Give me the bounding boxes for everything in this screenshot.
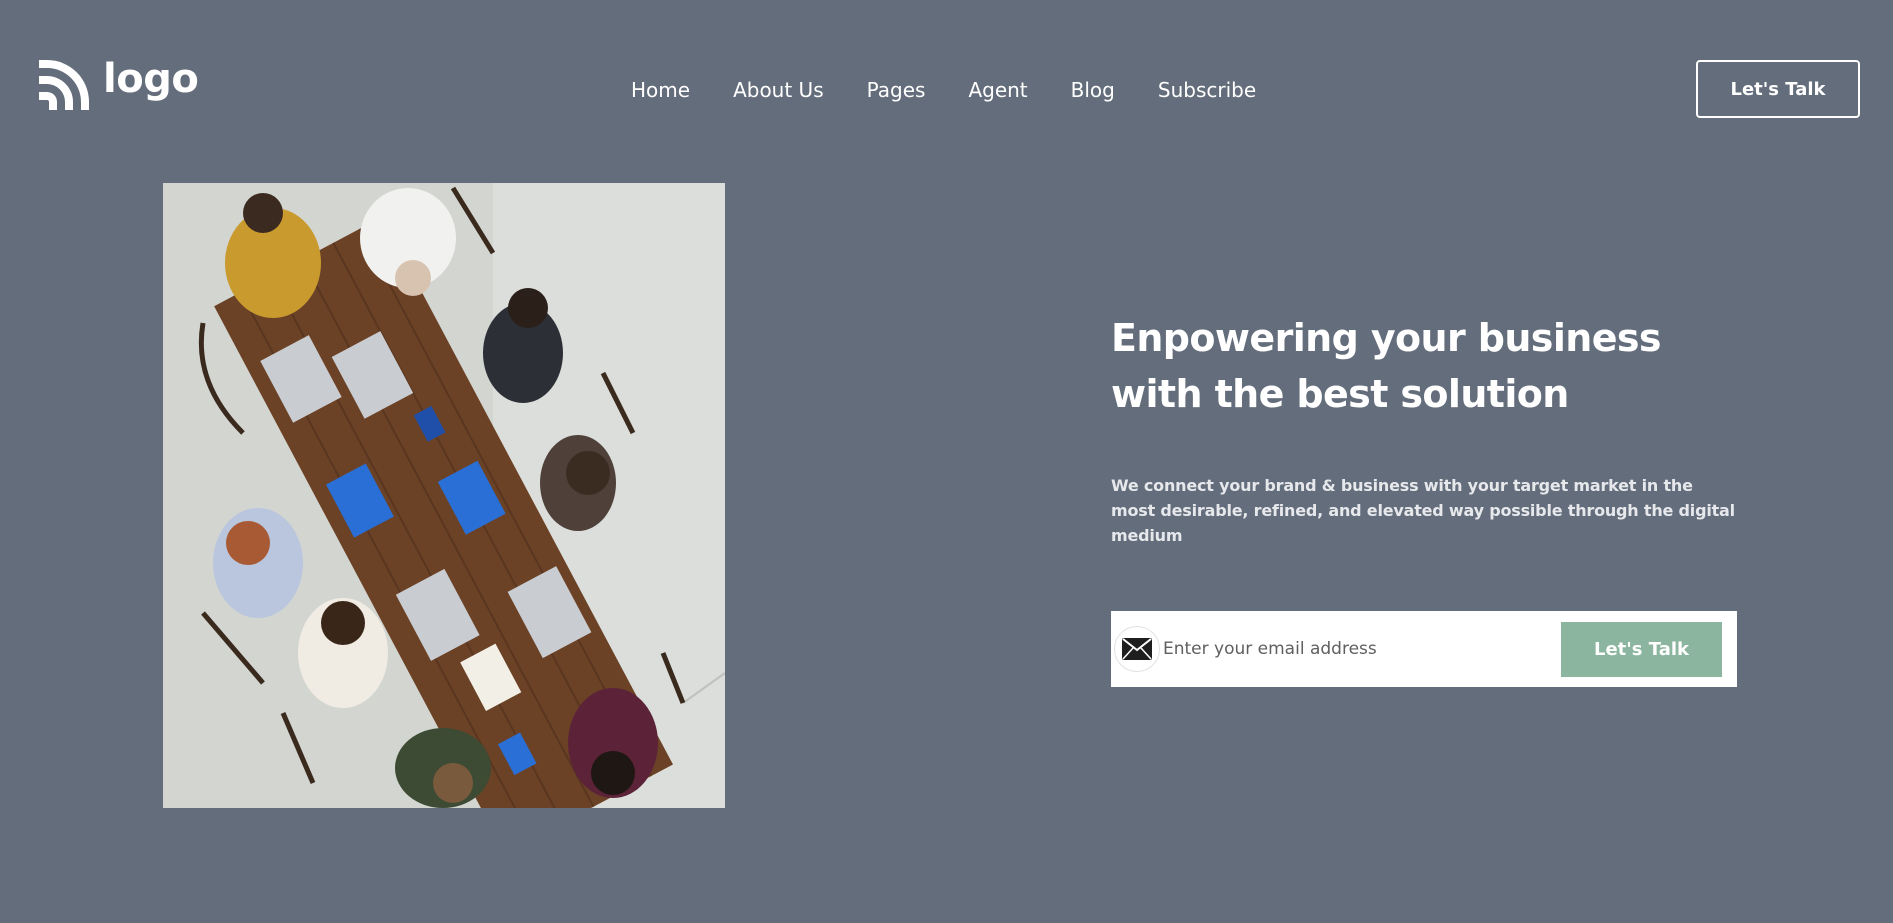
nav-subscribe[interactable]: Subscribe (1158, 76, 1256, 104)
envelope-icon (1114, 626, 1160, 672)
team-meeting-image (163, 183, 725, 808)
logo-text: logo (103, 56, 199, 102)
logo-icon (39, 60, 89, 110)
nav-home[interactable]: Home (631, 76, 690, 104)
nav-about-us[interactable]: About Us (733, 76, 824, 104)
nav-agent[interactable]: Agent (968, 76, 1027, 104)
header-lets-talk-button[interactable]: Let's Talk (1696, 60, 1860, 118)
nav-pages[interactable]: Pages (867, 76, 926, 104)
subscribe-lets-talk-button[interactable]: Let's Talk (1561, 621, 1722, 677)
main-nav: Home About Us Pages Agent Blog Subscribe (631, 76, 1256, 104)
nav-blog[interactable]: Blog (1071, 76, 1115, 104)
landing-page: logo Home About Us Pages Agent Blog Subs… (0, 0, 1893, 923)
email-subscribe-form: Let's Talk (1111, 611, 1737, 687)
hero-title: Enpowering your business with the best s… (1111, 316, 1662, 416)
hero-subtitle: We connect your brand & business with yo… (1111, 476, 1735, 545)
logo[interactable]: logo (37, 56, 199, 112)
email-input[interactable] (1160, 629, 1561, 669)
team-meeting-photo (163, 183, 725, 808)
